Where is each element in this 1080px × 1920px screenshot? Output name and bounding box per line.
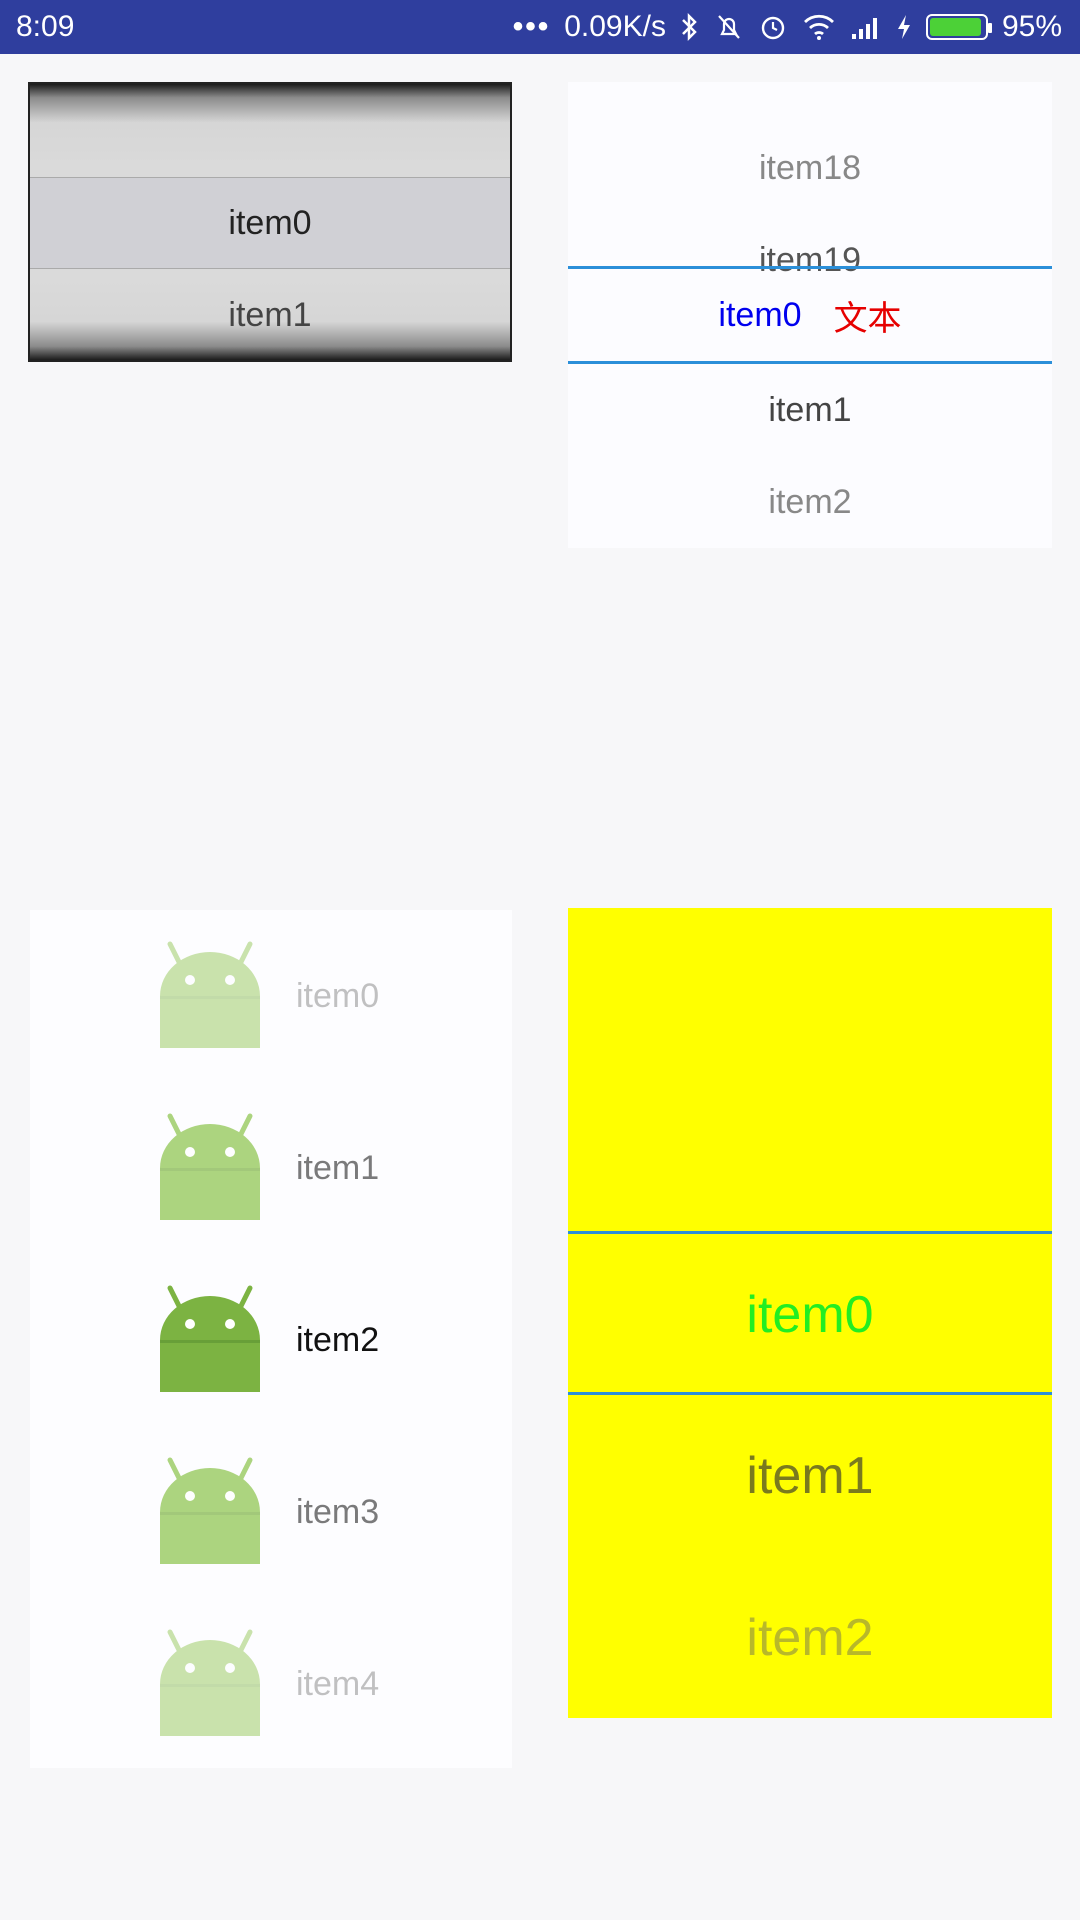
battery-percent: 95% xyxy=(1001,10,1062,43)
android-icon xyxy=(155,936,265,1056)
icon-wheel-picker[interactable]: item0 item1 item2 item3 item4 xyxy=(30,910,512,1768)
status-bar: 8:09 ••• 0.09K/s 95% xyxy=(0,0,1080,54)
android-icon xyxy=(155,1108,265,1228)
net-speed: 0.09K/s xyxy=(564,10,666,43)
android-icon xyxy=(155,1452,265,1572)
wheel-item[interactable]: item2 xyxy=(568,456,1052,548)
ios-style-wheel-picker[interactable]: item0 item1 xyxy=(28,82,512,362)
wheel-item[interactable]: item3 xyxy=(30,1426,512,1598)
charging-icon xyxy=(896,13,912,41)
item-label: item0 xyxy=(296,976,380,1015)
item-label: item3 xyxy=(296,1492,380,1531)
wheel-item[interactable]: item4 xyxy=(30,1598,512,1770)
wheel-item[interactable]: item2 xyxy=(568,1557,1052,1719)
battery-icon xyxy=(925,14,992,40)
wheel-item-selected[interactable]: item0 xyxy=(30,177,510,269)
more-dots: ••• xyxy=(512,10,551,43)
wheel-item[interactable]: item1 xyxy=(30,269,510,360)
alarm-icon xyxy=(758,12,788,42)
mute-icon xyxy=(714,12,744,42)
selected-label: item0 xyxy=(718,295,802,334)
android-icon xyxy=(155,1624,265,1744)
wifi-icon xyxy=(802,13,836,41)
wheel-item[interactable] xyxy=(568,988,1052,1150)
bluetooth-icon xyxy=(680,12,700,42)
wheel-item-selected[interactable]: item2 xyxy=(30,1254,512,1426)
yellow-wheel-picker[interactable]: item0 item1 item2 xyxy=(568,908,1052,1718)
wheel-item-selected[interactable]: item0 文本 xyxy=(568,269,1052,361)
signal-icon xyxy=(850,14,882,40)
battery-fill xyxy=(929,18,982,36)
wheel-item[interactable]: item0 xyxy=(30,910,512,1082)
wheel-item[interactable]: item18 xyxy=(568,122,1052,214)
wheel-item[interactable] xyxy=(30,87,510,179)
clock: 8:09 xyxy=(16,10,75,43)
android-icon xyxy=(155,1280,265,1400)
item-label: item4 xyxy=(296,1664,380,1703)
text-wheel-picker[interactable]: item18 item19 item0 文本 item1 item2 xyxy=(568,82,1052,548)
item-label: item2 xyxy=(296,1320,380,1359)
wheel-item[interactable]: item1 xyxy=(568,1395,1052,1557)
extra-text-label: 文本 xyxy=(833,299,902,338)
wheel-item[interactable]: item1 xyxy=(568,364,1052,456)
wheel-item[interactable]: item1 xyxy=(30,1082,512,1254)
item-label: item1 xyxy=(296,1148,380,1187)
wheel-item-selected[interactable]: item0 xyxy=(568,1234,1052,1396)
status-icons: ••• 0.09K/s 95% xyxy=(513,10,1062,44)
